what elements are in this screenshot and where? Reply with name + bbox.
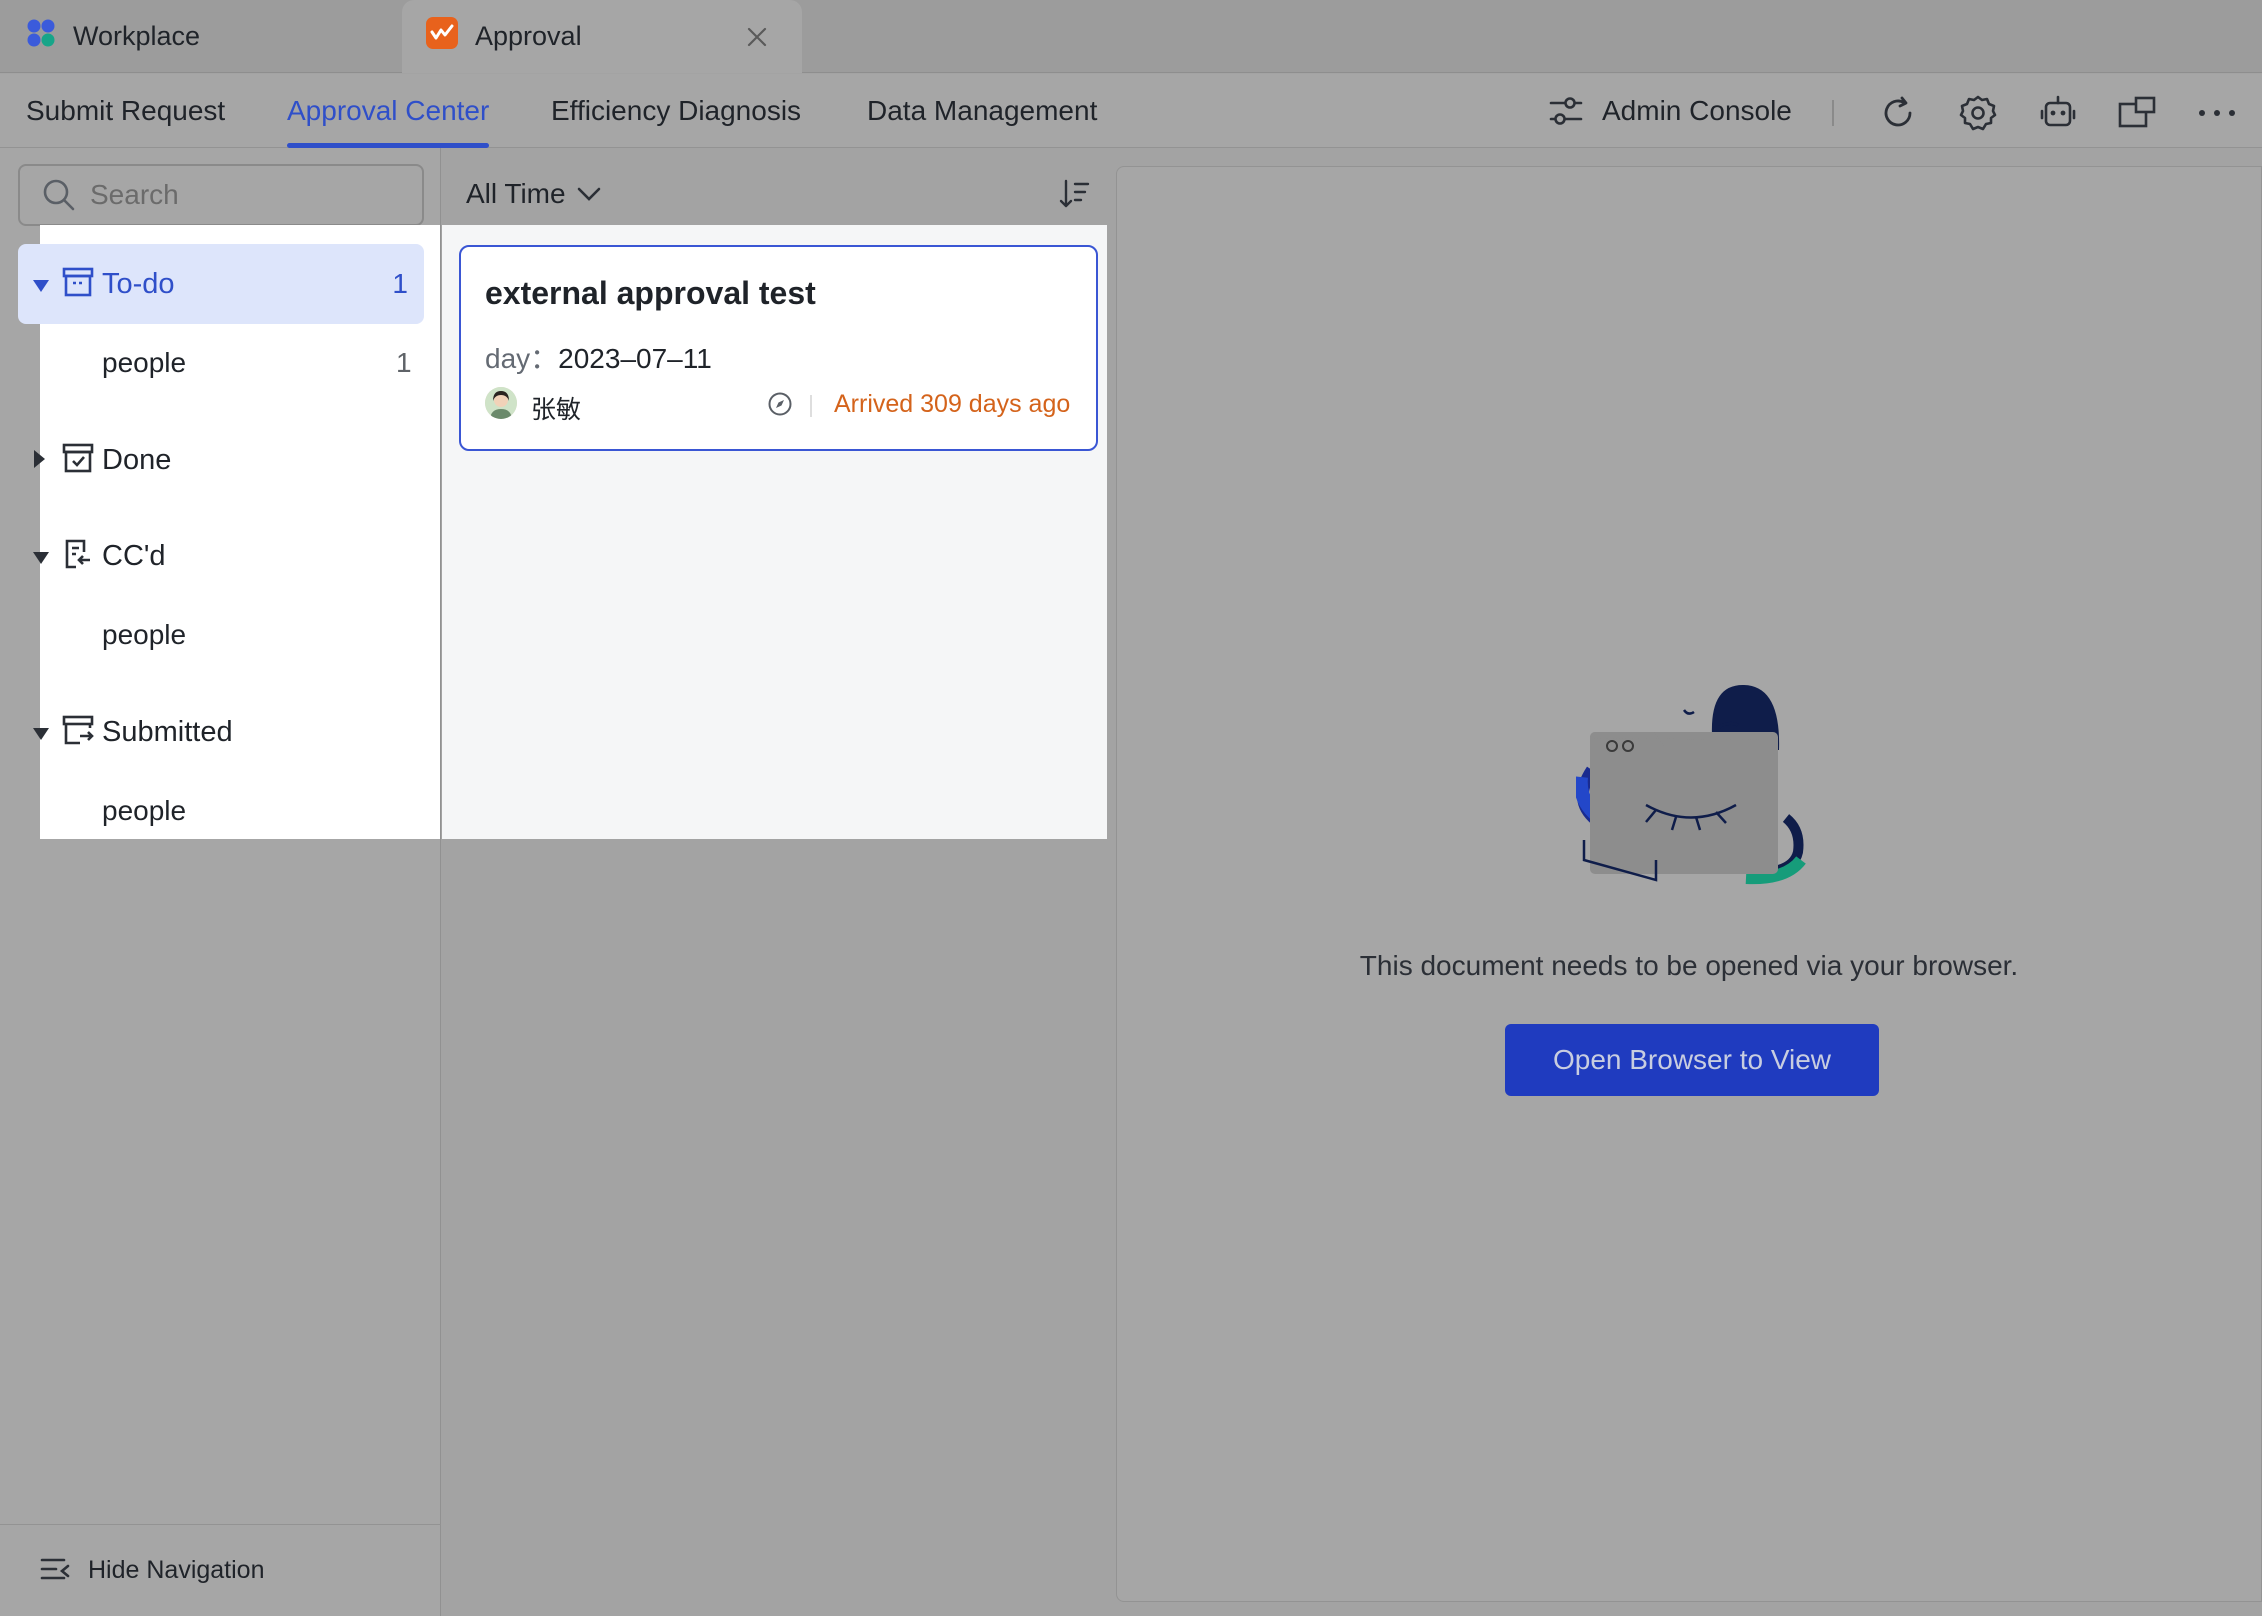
approval-title: external approval test [485,275,816,311]
sub-item-todo-people[interactable]: people [102,347,186,379]
tab-label: Approval [475,21,582,51]
inbox-icon [62,266,94,306]
robot-icon[interactable] [2037,92,2079,134]
tab-approval[interactable]: Approval [402,0,802,73]
cc-document-icon [62,538,94,578]
nav-tab-approval-center[interactable]: Approval Center [287,74,490,148]
tab-label: Workplace [73,21,201,51]
sub-item-ccd-people[interactable]: people [102,619,186,651]
workplace-icon [26,18,56,55]
nav-tab-submit-request[interactable]: Submit Request [26,74,225,148]
avatar [485,387,517,419]
close-icon[interactable] [742,22,772,52]
arrived-time: Arrived 309 days ago [834,390,1071,418]
tree-item-submitted[interactable]: Submitted [18,692,424,772]
tree-item-label: Done [102,443,172,476]
hide-navigation-button[interactable]: Hide Navigation [0,1524,441,1616]
caret-right-icon[interactable] [32,444,46,477]
collapse-menu-icon [40,1558,70,1579]
approval-card[interactable]: external approval test day：2023–07–11 张敏… [459,245,1098,451]
approval-app-icon [426,17,458,56]
time-filter-label: All Time [466,178,566,209]
archive-check-icon [62,442,94,482]
caret-down-icon[interactable] [32,716,50,749]
open-in-browser-illustration-icon [1573,680,1806,905]
outbox-icon [62,714,94,754]
sub-item-submitted-people[interactable]: people [102,795,186,827]
chevron-down-icon [577,187,600,201]
tree-item-label: To-do [102,267,175,300]
gear-icon[interactable] [1957,92,1999,134]
compass-icon [767,391,793,422]
caret-down-icon[interactable] [32,540,50,573]
search-box[interactable] [18,164,424,226]
sub-item-count: 1 [396,347,412,378]
tree-item-label: CC'd [102,539,166,572]
badge-count: 1 [392,268,408,299]
time-filter-dropdown[interactable]: All Time [466,178,602,210]
more-icon[interactable] [2196,92,2238,134]
submitter-name: 张敏 [531,396,582,424]
open-browser-button[interactable]: Open Browser to View [1505,1024,1879,1096]
admin-console-button[interactable]: Admin Console [1548,74,1792,148]
approval-field: day：2023–07–11 [485,337,712,377]
sliders-icon [1549,97,1583,125]
tree-item-ccd[interactable]: CC'd [18,516,424,596]
tree-item-label: Submitted [102,715,233,748]
field-key: day： [485,343,559,374]
tab-workplace[interactable]: Workplace [0,0,400,73]
search-icon [43,179,75,211]
open-in-browser-message: This document needs to be opened via you… [1359,950,2019,981]
divider [810,395,812,417]
caret-down-icon[interactable] [32,268,50,301]
window-tab-bar: Workplace Approval [0,0,2262,73]
tree-item-to-do[interactable]: To-do 1 [18,244,424,324]
search-input[interactable] [90,179,390,211]
field-value: 2023–07–11 [558,343,712,374]
nav-tab-efficiency-diagnosis[interactable]: Efficiency Diagnosis [551,74,801,148]
toolbar-divider [1832,100,1834,126]
admin-console-label: Admin Console [1602,95,1792,126]
top-navigation: Submit Request Approval Center Efficienc… [0,74,2262,148]
refresh-icon[interactable] [1877,92,1919,134]
nav-tab-data-management[interactable]: Data Management [867,74,1097,148]
split-window-icon[interactable] [2116,92,2158,134]
tree-item-done[interactable]: Done [18,420,424,500]
hide-navigation-label: Hide Navigation [88,1556,265,1584]
sort-icon[interactable] [1058,178,1090,215]
